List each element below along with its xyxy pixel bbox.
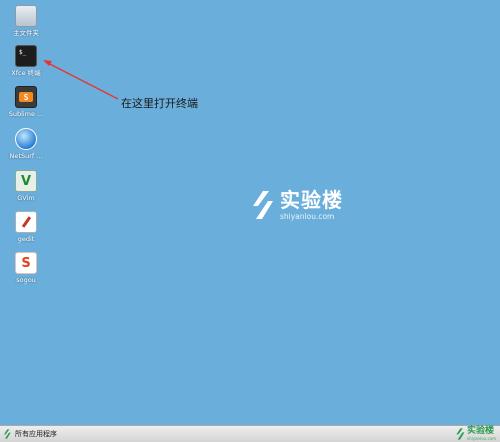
shiyanlou-logo-icon [253, 191, 273, 220]
watermark-subtitle: shiyanlou.com [280, 212, 335, 221]
tray-logo-icon [456, 428, 465, 440]
watermark-text: 实验楼 shiyanlou.com [280, 190, 343, 221]
shiyanlou-start-icon [4, 429, 11, 439]
tray-brand-logo: 实验楼 shiyanlou.com [455, 427, 496, 441]
tray-brand-subtitle: shiyanlou.com [467, 436, 496, 441]
watermark-logo: 实验楼 shiyanlou.com [250, 190, 343, 221]
annotation-text: 在这里打开终端 [121, 97, 198, 110]
all-applications-button[interactable]: 所有应用程序 [0, 426, 57, 442]
watermark-title: 实验楼 [280, 188, 343, 212]
tray-brand-text: 实验楼 shiyanlou.com [467, 427, 496, 441]
tray-brand-title: 实验楼 [467, 426, 495, 436]
all-applications-label: 所有应用程序 [15, 430, 57, 438]
desktop: 主文件夹 $_ Xfce 终端 S Sublime ... NetSurf ..… [0, 0, 500, 425]
taskbar: 所有应用程序 实验楼 shiyanlou.com [0, 425, 500, 442]
